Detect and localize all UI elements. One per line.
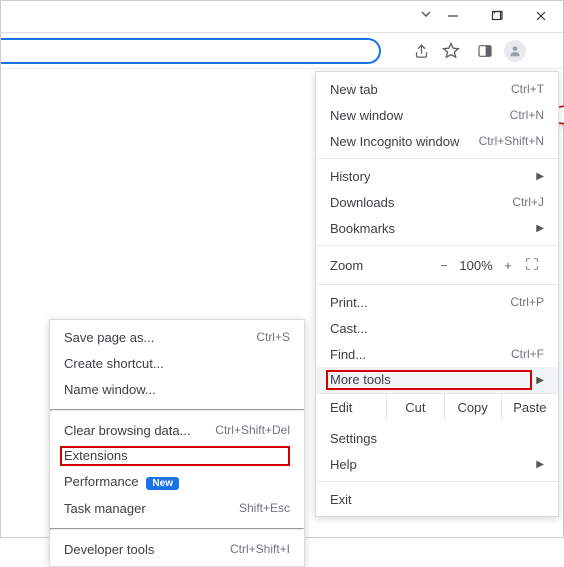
edit-cut[interactable]: Cut (387, 394, 444, 421)
new-badge: New (146, 477, 179, 490)
menu-label: Help (330, 457, 532, 472)
menu-label: Print... (330, 295, 510, 310)
menu-cast[interactable]: Cast... (316, 315, 558, 341)
menu-exit[interactable]: Exit (316, 486, 558, 512)
menu-shortcut: Ctrl+Shift+I (230, 542, 290, 556)
menu-shortcut: Ctrl+J (512, 195, 544, 209)
menu-new-incognito[interactable]: New Incognito windowCtrl+Shift+N (316, 128, 558, 154)
menu-settings[interactable]: Settings (316, 425, 558, 451)
menu-label: Exit (330, 492, 544, 507)
menu-label: Clear browsing data... (64, 423, 215, 438)
menu-shortcut: Ctrl+Shift+N (479, 134, 544, 148)
menu-zoom-row: Zoom − 100% + (316, 250, 558, 280)
window-close-button[interactable] (519, 1, 563, 31)
submenu-name-window[interactable]: Name window... (50, 376, 304, 402)
zoom-value: 100% (456, 258, 496, 273)
menu-label: Task manager (64, 501, 239, 516)
address-bar[interactable] (1, 38, 381, 64)
menu-label: Name window... (64, 382, 290, 397)
menu-new-window[interactable]: New windowCtrl+N (316, 102, 558, 128)
zoom-in-button[interactable]: + (496, 258, 520, 273)
window-titlebar (1, 1, 563, 33)
menu-shortcut: Ctrl+Shift+Del (215, 423, 290, 437)
menu-shortcut: Ctrl+S (256, 330, 290, 344)
menu-label: Create shortcut... (64, 356, 290, 371)
menu-find[interactable]: Find...Ctrl+F (316, 341, 558, 367)
submenu-arrow-icon: ▶ (536, 459, 544, 470)
submenu-create-shortcut[interactable]: Create shortcut... (50, 350, 304, 376)
edit-copy[interactable]: Copy (445, 394, 502, 421)
chrome-main-menu: New tabCtrl+T New windowCtrl+N New Incog… (315, 71, 559, 517)
menu-edit-row: Edit Cut Copy Paste (316, 393, 558, 421)
fullscreen-icon[interactable] (520, 257, 544, 274)
menu-downloads[interactable]: DownloadsCtrl+J (316, 189, 558, 215)
window-maximize-button[interactable] (475, 1, 519, 31)
menu-label: New tab (330, 82, 511, 97)
side-panel-icon[interactable] (473, 39, 497, 63)
submenu-save-page[interactable]: Save page as...Ctrl+S (50, 324, 304, 350)
submenu-task-manager[interactable]: Task managerShift+Esc (50, 495, 304, 521)
edit-paste[interactable]: Paste (502, 394, 558, 421)
zoom-out-button[interactable]: − (432, 258, 456, 273)
menu-label: Cast... (330, 321, 544, 336)
more-tools-submenu: Save page as...Ctrl+S Create shortcut...… (49, 319, 305, 567)
menu-label: Downloads (330, 195, 512, 210)
submenu-arrow-icon: ▶ (536, 375, 544, 386)
menu-shortcut: Ctrl+F (511, 347, 544, 361)
menu-label: Settings (330, 431, 544, 446)
submenu-extensions[interactable]: Extensions (50, 443, 304, 469)
submenu-clear-data[interactable]: Clear browsing data...Ctrl+Shift+Del (50, 417, 304, 443)
menu-label: Find... (330, 347, 511, 362)
menu-label: New Incognito window (330, 134, 479, 149)
bookmark-star-icon[interactable] (439, 39, 463, 63)
menu-bookmarks[interactable]: Bookmarks ▶ (316, 215, 558, 241)
menu-shortcut: Ctrl+T (511, 82, 544, 96)
menu-label: Extensions (60, 446, 290, 466)
menu-shortcut: Ctrl+N (510, 108, 544, 122)
profile-avatar[interactable] (503, 39, 527, 63)
menu-label: PerformanceNew (64, 474, 290, 489)
menu-shortcut: Ctrl+P (510, 295, 544, 309)
menu-label: More tools (326, 370, 532, 390)
menu-label: Save page as... (64, 330, 256, 345)
menu-shortcut: Shift+Esc (239, 501, 290, 515)
menu-more-tools[interactable]: More tools ▶ (316, 367, 558, 393)
menu-history[interactable]: History ▶ (316, 163, 558, 189)
menu-label: New window (330, 108, 510, 123)
menu-label: History (330, 169, 532, 184)
menu-new-tab[interactable]: New tabCtrl+T (316, 76, 558, 102)
browser-toolbar (1, 33, 563, 69)
submenu-arrow-icon: ▶ (536, 223, 544, 234)
window-minimize-button[interactable] (431, 1, 475, 31)
menu-label: Bookmarks (330, 221, 532, 236)
submenu-performance[interactable]: PerformanceNew (50, 469, 304, 495)
menu-help[interactable]: Help ▶ (316, 451, 558, 477)
menu-print[interactable]: Print...Ctrl+P (316, 289, 558, 315)
submenu-arrow-icon: ▶ (536, 171, 544, 182)
menu-label: Developer tools (64, 542, 230, 557)
submenu-developer-tools[interactable]: Developer toolsCtrl+Shift+I (50, 536, 304, 562)
share-icon[interactable] (409, 39, 433, 63)
zoom-label: Zoom (330, 258, 432, 273)
edit-label: Edit (316, 394, 387, 421)
